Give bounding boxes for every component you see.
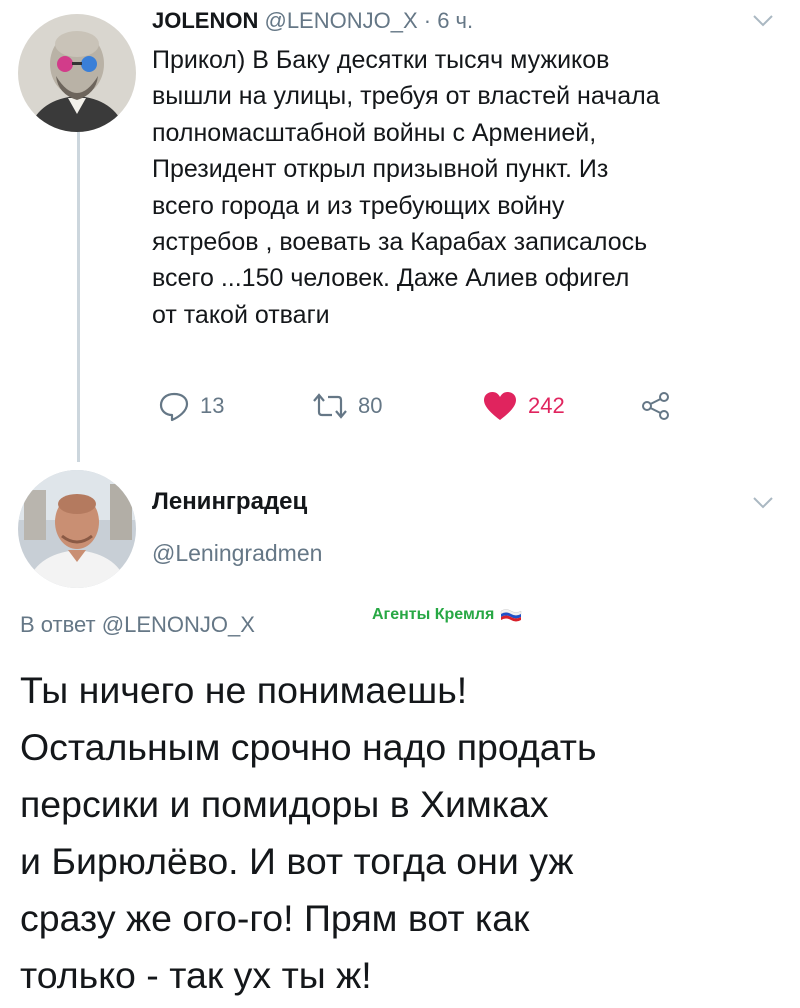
reply-to-handle[interactable]: @LENONJO_X [102, 612, 255, 637]
reply-text-line: сразу же ого-го! Прям вот как [20, 897, 530, 939]
reply-text-line: Остальным срочно надо продать [20, 726, 597, 768]
retweet-icon [313, 393, 347, 419]
tweet-text-line: Президент открыл призывной пункт. Из [152, 155, 609, 184]
tweet-text: Прикол) В Баку десятки тысяч мужиков выш… [152, 42, 762, 333]
tweet-text-line: вышли на улицы, требуя от властей начала [152, 82, 660, 111]
tweet-text-line: полномасштабной войны с Арменией, [152, 118, 597, 147]
thread-line [77, 122, 80, 462]
retweet-button[interactable]: 80 [312, 386, 382, 426]
chevron-down-icon[interactable] [752, 496, 774, 510]
reply-button[interactable]: 13 [158, 386, 224, 426]
tweet-text-line: всего города и из требующих войну [152, 191, 565, 220]
reply-author-name[interactable]: Ленинградец [152, 488, 307, 516]
author-avatar[interactable] [18, 14, 136, 132]
reply-to-prefix: В ответ [20, 612, 102, 637]
author-name[interactable]: JOLENON [152, 8, 258, 33]
reply-text: Ты ничего не понимаешь! Остальным срочно… [20, 662, 780, 1004]
retweet-count: 80 [358, 393, 383, 418]
reply-count: 13 [200, 393, 225, 418]
separator: · [417, 8, 438, 33]
reply-icon [159, 392, 189, 422]
tweet-text-line: Прикол) В Баку десятки тысяч мужиков [152, 46, 610, 74]
tweet-actions: 13 80 242 [152, 386, 712, 426]
reply-text-line: только - так ух ты ж! [20, 954, 372, 996]
tweet-text-line: ястребов , воевать за Карабах записалось [152, 228, 648, 257]
author-handle[interactable]: @LENONJO_X [264, 8, 417, 33]
chevron-down-icon[interactable] [752, 14, 774, 28]
badge-text: Агенты Кремля [372, 606, 495, 623]
like-count: 242 [528, 393, 565, 418]
tweet-time[interactable]: 6 ч. [437, 8, 473, 33]
reply-author-avatar[interactable] [18, 470, 136, 588]
russian-flag-icon [501, 609, 522, 622]
reply-to-line: В ответ @LENONJO_X [20, 612, 255, 638]
reply-author-handle[interactable]: @Leningradmen [152, 540, 322, 567]
share-icon [642, 392, 669, 420]
reply-text-line: персики и помидоры в Химках [20, 783, 549, 825]
reply-text-line: Ты ничего не понимаешь! [20, 669, 468, 711]
share-button[interactable] [640, 386, 672, 426]
tweet-text-line: всего ...150 человек. Даже Алиев офигел [152, 264, 630, 293]
tweet-text-line: от такой отваги [152, 300, 330, 329]
tweet-header: JOLENON @LENONJO_X · 6 ч. [152, 8, 473, 34]
reply-text-line: и Бирюлёво. И вот тогда они уж [20, 840, 574, 882]
badge: Агенты Кремля [372, 606, 522, 624]
heart-icon [484, 392, 516, 420]
like-button[interactable]: 242 [482, 386, 565, 426]
